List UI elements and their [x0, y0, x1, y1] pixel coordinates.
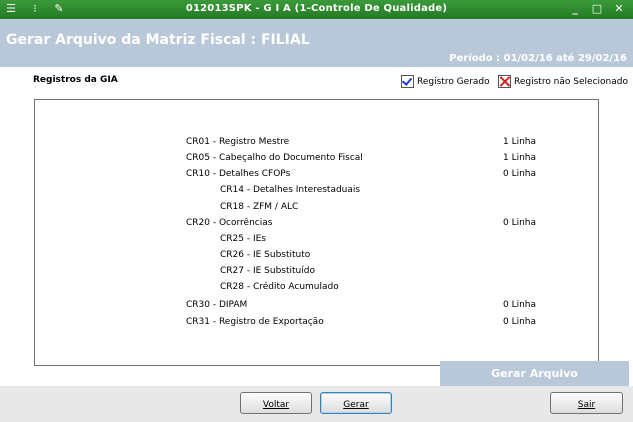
close-button[interactable]: ✕: [612, 3, 626, 15]
list-item: CR01 - Registro Mestre: [186, 137, 290, 147]
generate-file-tab[interactable]: Gerar Arquivo: [440, 361, 629, 386]
list-item: CR31 - Registro de Exportação: [186, 317, 324, 327]
legend-generated: Registro Gerado: [401, 75, 490, 88]
generate-button[interactable]: Gerar: [320, 392, 392, 414]
title-bar: ☰ ⁝ ✎ 012013SPK - G I A (1-Controle De Q…: [0, 0, 633, 19]
list-item: CR28 - Crédito Acumulado: [220, 282, 339, 292]
line-count: 1 Linha: [503, 153, 537, 163]
back-button[interactable]: Voltar: [240, 392, 312, 414]
period-label: Período : 01/02/16 até 29/02/16: [449, 53, 627, 64]
list-item: CR10 - Detalhes CFOPs: [186, 169, 291, 179]
legend-generated-label: Registro Gerado: [417, 76, 490, 87]
line-count: 0 Linha: [503, 317, 537, 327]
back-button-label: Voltar: [262, 400, 290, 410]
list-item: CR30 - DIPAM: [186, 300, 248, 310]
list-item: CR18 - ZFM / ALC: [220, 202, 299, 212]
maximize-button[interactable]: □: [590, 3, 604, 15]
cross-icon: [498, 75, 511, 88]
list-item: CR14 - Detalhes Interestaduais: [220, 185, 361, 195]
window-title: 012013SPK - G I A (1-Controle De Qualida…: [185, 3, 448, 14]
minimize-button[interactable]: _: [568, 3, 582, 15]
list-item: CR20 - Ocorrências: [186, 218, 273, 228]
page-header: Gerar Arquivo da Matriz Fiscal : FILIAL …: [0, 19, 633, 67]
line-count: 0 Linha: [503, 300, 537, 310]
list-item: CR05 - Cabeçalho do Documento Fiscal: [186, 153, 363, 163]
list-item: CR27 - IE Substituído: [220, 266, 315, 276]
page-title: Gerar Arquivo da Matriz Fiscal : FILIAL: [6, 32, 310, 48]
generate-button-label: Gerar: [343, 400, 369, 410]
exit-button-label: Sair: [577, 400, 596, 410]
legend-not-selected: Registro não Selecionado: [498, 75, 628, 88]
legend-not-selected-label: Registro não Selecionado: [514, 76, 628, 87]
list-item: CR26 - IE Substituto: [220, 250, 311, 260]
list-item: CR25 - IEs: [220, 234, 266, 244]
line-count: 0 Linha: [503, 169, 537, 179]
records-list: CR01 - Registro Mestre 1 Linha CR05 - Ca…: [34, 99, 599, 366]
line-count: 0 Linha: [503, 218, 537, 228]
line-count: 1 Linha: [503, 137, 537, 147]
section-title: Registros da GIA: [33, 75, 118, 85]
checked-icon: [401, 75, 414, 88]
exit-button[interactable]: Sair: [550, 392, 623, 414]
footer-bar: [0, 386, 633, 422]
